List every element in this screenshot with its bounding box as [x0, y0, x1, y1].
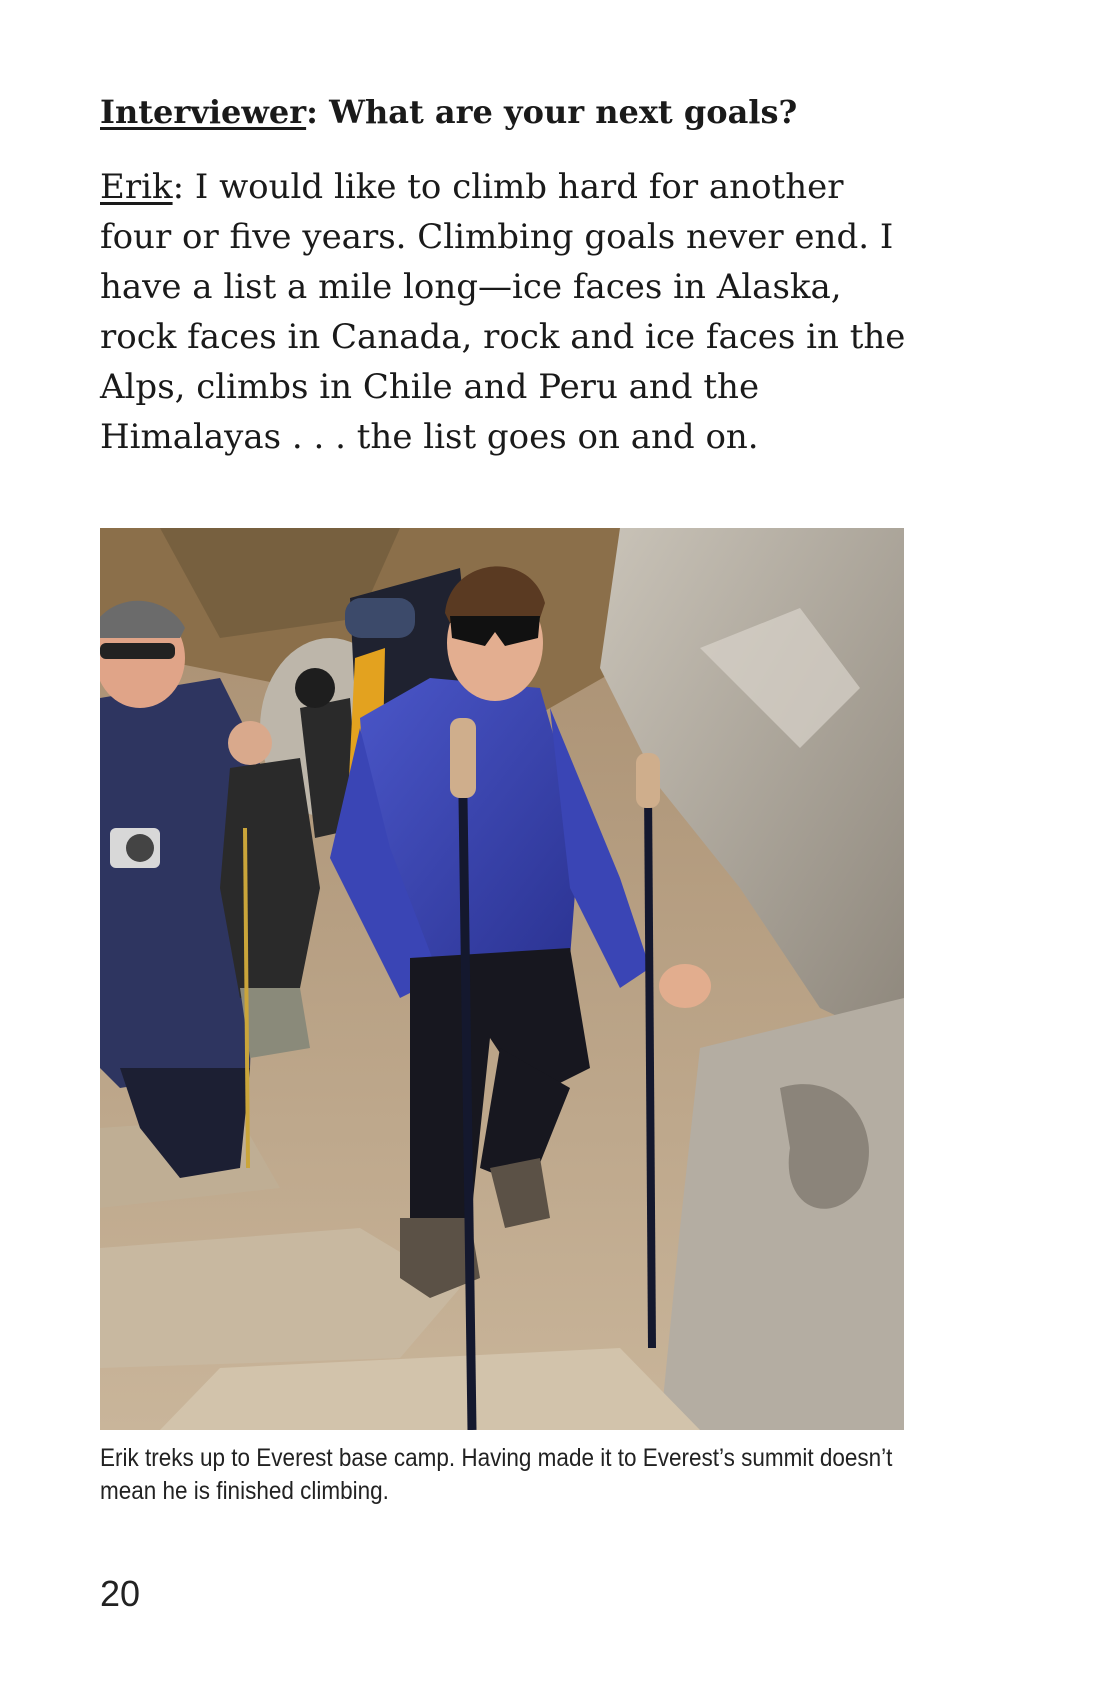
question-text: : What are your next goals? [306, 93, 798, 131]
page-number: 20 [100, 1573, 141, 1614]
trekking-photo [100, 528, 904, 1430]
answer-speaker: Erik [100, 167, 173, 207]
question-speaker: Interviewer [100, 93, 307, 131]
interview-question: Interviewer: What are your next goals? [100, 88, 920, 136]
interview-answer: Erik: I would like to climb hard for ano… [100, 162, 920, 462]
photo-caption: Erik treks up to Everest base camp. Havi… [100, 1444, 893, 1505]
answer-text: : I would like to climb hard for another… [100, 167, 906, 457]
